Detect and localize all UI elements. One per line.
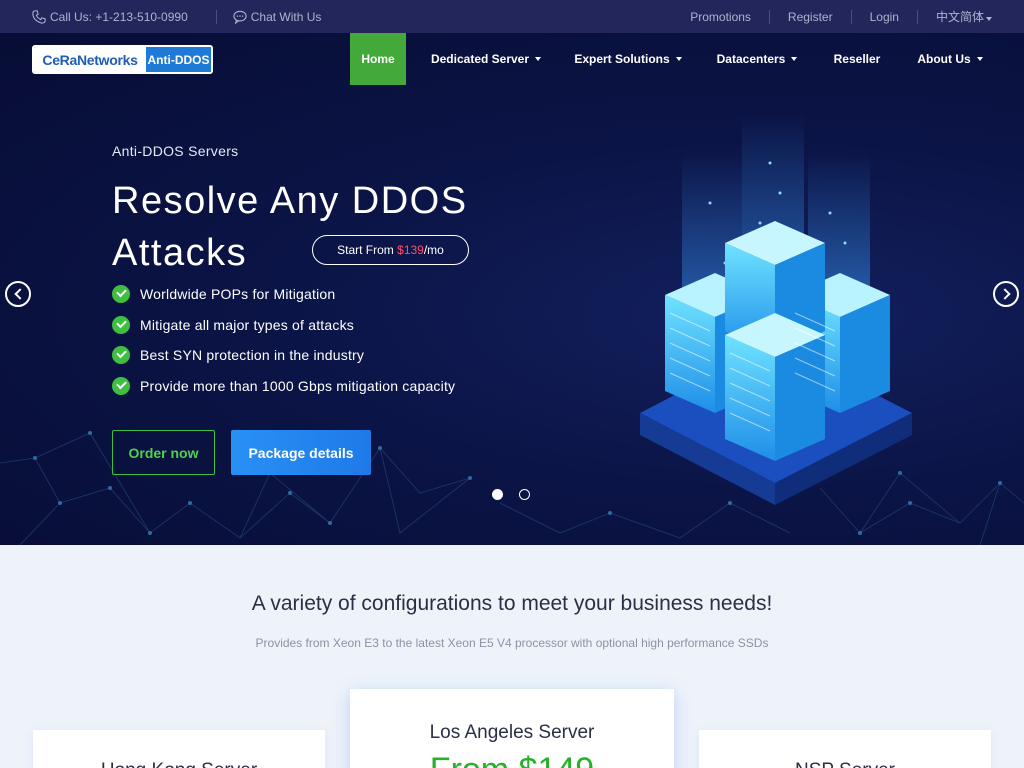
package-details-button[interactable]: Package details: [231, 430, 371, 475]
chevron-down-icon: [986, 17, 992, 21]
chat-icon: [233, 10, 247, 24]
chevron-right-icon: [998, 288, 1011, 300]
feature-item: Mitigate all major types of attacks: [112, 310, 455, 341]
feature-text: Provide more than 1000 Gbps mitigation c…: [140, 377, 456, 394]
feature-item: Provide more than 1000 Gbps mitigation c…: [112, 371, 455, 402]
slider-dot-1[interactable]: [492, 489, 503, 500]
nav-label: Reseller: [833, 52, 881, 66]
datacenter-illustration: [640, 113, 912, 505]
feature-text: Mitigate all major types of attacks: [140, 316, 354, 333]
nav-item-about-us[interactable]: About Us: [910, 33, 990, 85]
slider-dot-2[interactable]: [519, 489, 530, 500]
slider-next-button[interactable]: [993, 281, 1019, 307]
promotions-link[interactable]: Promotions: [690, 10, 751, 24]
price-badge: Start From $139/mo: [312, 235, 469, 265]
nav-label: Dedicated Server: [430, 52, 530, 66]
nav-item-reseller[interactable]: Reseller: [826, 33, 888, 85]
divider: [768, 9, 770, 24]
divider: [916, 9, 918, 24]
card-title: Los Angeles Server: [429, 722, 595, 743]
hero-slider: CeRaNetworks Anti-DDOS Home Dedicated Se…: [0, 33, 1024, 545]
check-icon: [112, 285, 130, 304]
section-subtitle: Provides from Xeon E3 to the latest Xeon…: [255, 636, 769, 650]
nav-item-home[interactable]: Home: [350, 33, 406, 85]
price-suffix: /mo: [423, 243, 444, 257]
card-title: Hong Kong Server: [33, 760, 325, 768]
slider-prev-button[interactable]: [5, 281, 31, 307]
slider-pagination: [492, 489, 530, 500]
nav-item-expert-solutions[interactable]: Expert Solutions: [568, 33, 688, 85]
server-card-hong-kong[interactable]: Hong Kong Server: [33, 730, 325, 768]
check-icon: [112, 376, 130, 395]
price-prefix: Start From: [337, 243, 398, 257]
server-card-los-angeles[interactable]: Los Angeles Server From $149: [350, 689, 674, 768]
nav-label: Expert Solutions: [574, 52, 670, 66]
feature-text: Best SYN protection in the industry: [140, 347, 365, 364]
phone-text: Call Us: +1-213-510-0990: [50, 9, 188, 24]
check-icon: [112, 315, 130, 334]
top-bar: Call Us: +1-213-510-0990 Chat With Us Pr…: [0, 0, 1024, 33]
account-links: Promotions Register Login 中文简体: [690, 0, 992, 33]
feature-list: Worldwide POPs for Mitigation Mitigate a…: [112, 279, 455, 401]
card-price: From $149: [350, 751, 674, 768]
divider: [215, 9, 217, 24]
nav-item-dedicated-server[interactable]: Dedicated Server: [424, 33, 548, 85]
hero-subtitle: Anti-DDOS Servers: [112, 143, 239, 159]
nav-label: Home: [361, 52, 395, 66]
price-value: $139: [397, 243, 424, 257]
card-title: NSP Server: [699, 760, 991, 768]
feature-item: Best SYN protection in the industry: [112, 340, 455, 371]
chevron-down-icon: [976, 57, 983, 61]
chevron-left-icon: [13, 288, 26, 300]
main-nav: Home Dedicated Server Expert Solutions D…: [0, 33, 1024, 85]
nav-item-datacenters[interactable]: Datacenters: [708, 33, 806, 85]
feature-item: Worldwide POPs for Mitigation: [112, 279, 455, 310]
feature-text: Worldwide POPs for Mitigation: [140, 286, 336, 303]
server-card-nsp[interactable]: NSP Server: [699, 730, 991, 768]
divider: [850, 9, 852, 24]
language-selector[interactable]: 中文简体: [936, 8, 992, 25]
chevron-down-icon: [535, 57, 542, 61]
login-link[interactable]: Login: [870, 10, 899, 24]
chevron-down-icon: [675, 57, 682, 61]
phone-icon: [32, 9, 46, 24]
section-title: A variety of configurations to meet your…: [251, 592, 773, 615]
check-icon: [112, 346, 130, 365]
chevron-down-icon: [791, 57, 798, 61]
chat-text: Chat With Us: [250, 9, 322, 24]
nav-label: About Us: [917, 52, 971, 66]
phone-link[interactable]: Call Us: +1-213-510-0990: [32, 10, 188, 24]
chat-link[interactable]: Chat With Us: [233, 9, 322, 24]
order-now-button[interactable]: Order now: [112, 430, 215, 475]
language-label: 中文简体: [935, 10, 984, 24]
nav-label: Datacenters: [716, 52, 786, 66]
headline-line-1: Resolve Any DDOS: [112, 180, 468, 222]
contact-info: Call Us: +1-213-510-0990 Chat With Us: [32, 0, 321, 33]
register-link[interactable]: Register: [788, 10, 833, 24]
